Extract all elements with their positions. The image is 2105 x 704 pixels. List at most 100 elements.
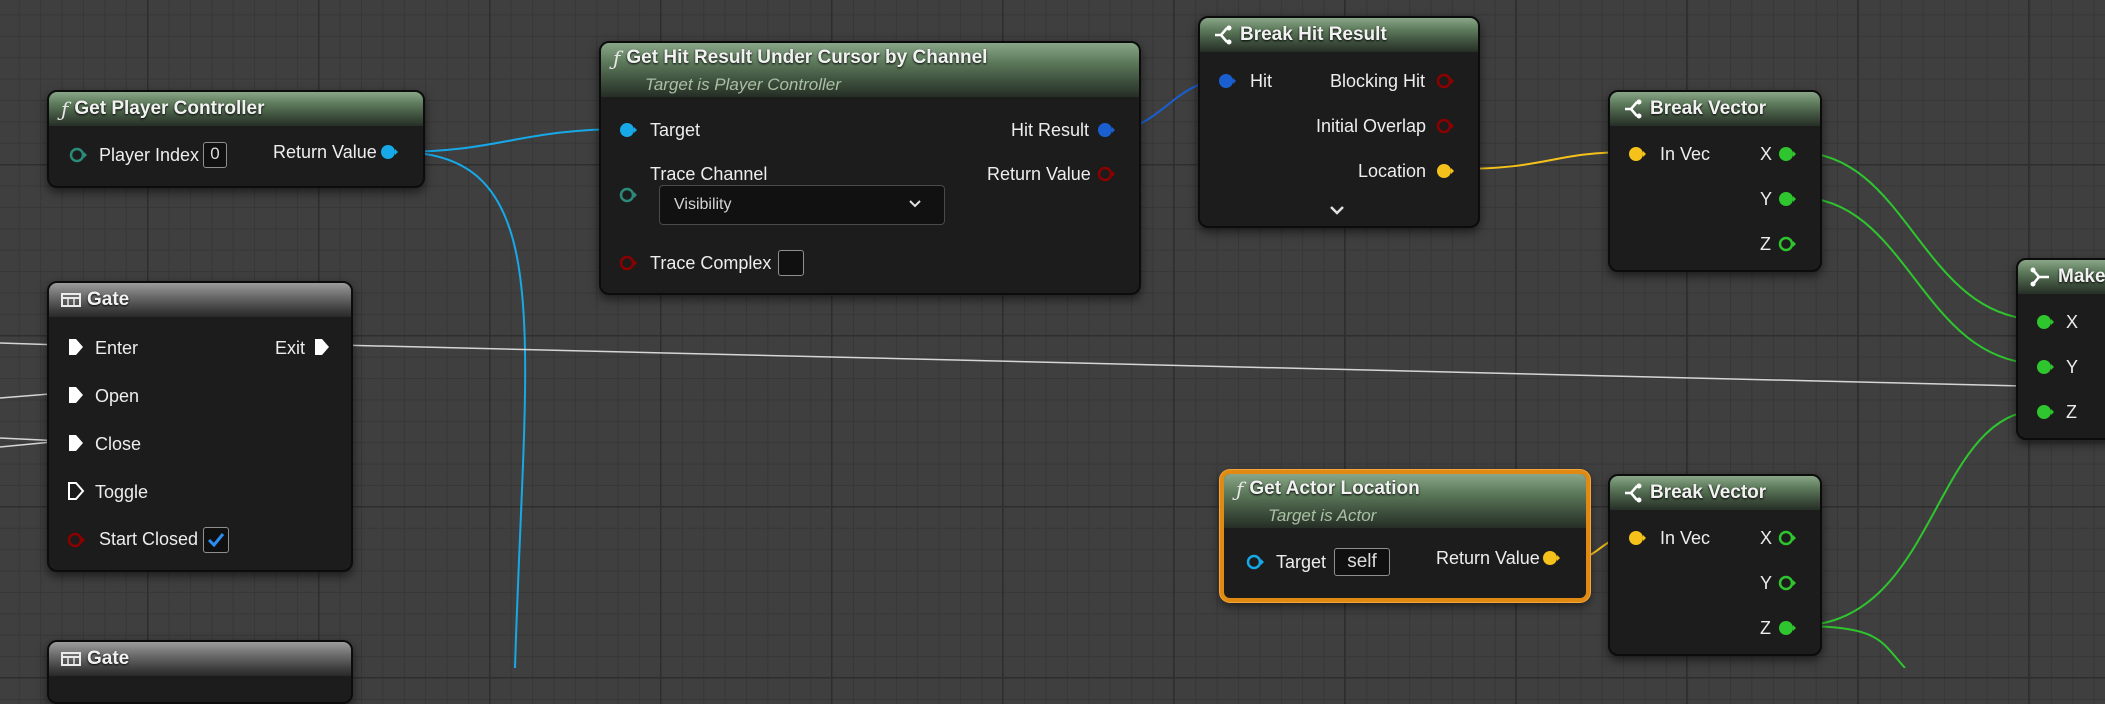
pin-trace-channel-icon[interactable] — [619, 186, 637, 204]
pin-label: Hit — [1250, 71, 1272, 91]
node-header: ƒ Get Hit Result Under Cursor by Channel… — [601, 43, 1139, 97]
pin-target-icon[interactable] — [619, 121, 637, 139]
pin-z-icon[interactable] — [1778, 235, 1796, 253]
pin-z-icon[interactable] — [1778, 619, 1796, 637]
pin-label: X — [2066, 312, 2079, 332]
pin-hit-result-icon[interactable] — [1097, 121, 1115, 139]
make-vector-node[interactable]: Make X Y Z — [2016, 258, 2105, 440]
pin-start-closed-icon[interactable] — [67, 531, 85, 549]
pin-label: Target — [1276, 552, 1327, 572]
node-title: Get Player Controller — [74, 98, 265, 119]
pin-initial-overlap-icon[interactable] — [1436, 117, 1454, 135]
wire-y-to-make-y — [1795, 196, 2043, 365]
pin-x-icon[interactable] — [1778, 145, 1796, 163]
get-player-controller-node[interactable]: ƒ Get Player Controller Player Index 0 R… — [47, 90, 425, 188]
pin-location-icon[interactable] — [1436, 162, 1454, 180]
function-icon: ƒ — [1236, 477, 1244, 501]
pin-in-vec-icon[interactable] — [1628, 145, 1646, 163]
node-title: Break Vector — [1650, 98, 1767, 119]
break-vector-node[interactable]: Break Vector In Vec X Y Z — [1608, 474, 1822, 656]
node-header: Gate — [49, 283, 351, 317]
pin-player-index-icon[interactable] — [69, 146, 87, 164]
pin-z-icon[interactable] — [2036, 403, 2054, 421]
wire-exit-to-far — [337, 344, 2105, 389]
pin-label: In Vec — [1660, 144, 1711, 164]
gate-node[interactable]: Gate Enter Exit Open Close Toggle Start … — [47, 281, 353, 572]
gate-icon — [61, 652, 81, 666]
get-actor-location-node[interactable]: ƒ Get Actor Location Target is Actor Tar… — [1220, 470, 1590, 602]
wire-player-controller-to-target — [397, 128, 628, 153]
pin-return-value-icon[interactable] — [1542, 549, 1560, 567]
break-hit-result-node[interactable]: Break Hit Result Hit Blocking Hit Initia… — [1198, 16, 1480, 228]
exec-pin-close-icon[interactable] — [67, 434, 85, 452]
node-subtitle: Target is Actor — [1268, 506, 1377, 525]
pin-label: Enter — [95, 338, 139, 358]
wire-z2-to-make-z — [1795, 409, 2043, 627]
break-struct-icon — [1215, 25, 1232, 45]
wire-x-to-make-x — [1795, 151, 2043, 321]
node-header: Break Vector — [1610, 92, 1820, 126]
pin-label: X — [1760, 528, 1773, 548]
node-header: Break Hit Result — [1200, 18, 1478, 52]
trace-complex-checkbox[interactable] — [778, 250, 804, 276]
pin-label: Toggle — [95, 482, 149, 502]
pin-return-value-icon[interactable] — [1097, 165, 1115, 183]
wire-location-to-in-vec — [1455, 151, 1634, 170]
exec-pin-enter-icon[interactable] — [67, 338, 85, 356]
node-header: ƒ Get Player Controller — [49, 92, 423, 126]
pin-label: Z — [1760, 234, 1771, 254]
node-title: Gate — [87, 648, 130, 669]
pin-trace-complex-icon[interactable] — [619, 254, 637, 272]
node-title: Get Hit Result Under Cursor by Channel — [626, 47, 988, 68]
pin-x-icon[interactable] — [1778, 529, 1796, 547]
pin-label: Close — [95, 434, 142, 454]
pin-label: Trace Channel — [650, 164, 768, 184]
gate-node[interactable]: Gate — [47, 640, 353, 704]
exec-pin-exit-icon[interactable] — [313, 338, 331, 356]
pin-label: Blocking Hit — [1330, 71, 1426, 91]
node-header: Gate — [49, 642, 351, 676]
node-title: Make — [2058, 266, 2105, 287]
expand-chevron-icon[interactable] — [1329, 205, 1345, 217]
pin-hit-icon[interactable] — [1218, 72, 1236, 90]
pin-y-icon[interactable] — [1778, 574, 1796, 592]
pin-label: In Vec — [1660, 528, 1711, 548]
pin-label: Return Value — [1436, 548, 1540, 568]
pin-y-icon[interactable] — [2036, 358, 2054, 376]
wire-player-controller-down — [397, 151, 527, 668]
pin-blocking-hit-icon[interactable] — [1436, 72, 1454, 90]
pin-label: Y — [1760, 573, 1773, 593]
gate-icon — [61, 293, 81, 307]
pin-label: Return Value — [987, 164, 1091, 184]
player-index-input[interactable]: 0 — [203, 142, 227, 168]
pin-label: X — [1760, 144, 1773, 164]
node-title: Break Hit Result — [1240, 24, 1387, 45]
pin-label: Location — [1358, 161, 1427, 181]
pin-y-icon[interactable] — [1778, 190, 1796, 208]
pin-in-vec-icon[interactable] — [1628, 529, 1646, 547]
function-icon: ƒ — [613, 46, 621, 70]
pin-label: Open — [95, 386, 140, 406]
hit-result-under-cursor-node[interactable]: ƒ Get Hit Result Under Cursor by Channel… — [599, 41, 1141, 295]
break-struct-icon — [1625, 99, 1642, 119]
node-header: ƒ Get Actor Location Target is Actor — [1224, 474, 1586, 528]
pin-x-icon[interactable] — [2036, 313, 2054, 331]
trace-channel-dropdown[interactable]: Visibility — [659, 185, 945, 225]
pin-return-value-icon[interactable] — [380, 143, 398, 161]
pin-label: Player Index — [99, 145, 200, 165]
node-header: Make — [2018, 260, 2105, 294]
pin-label: Z — [2066, 402, 2077, 422]
pin-target-icon[interactable] — [1246, 553, 1264, 571]
target-self-input[interactable]: self — [1334, 548, 1390, 576]
pin-label: Initial Overlap — [1316, 116, 1427, 136]
exec-pin-toggle-icon[interactable] — [67, 482, 85, 500]
break-vector-node[interactable]: Break Vector In Vec X Y Z — [1608, 90, 1822, 272]
make-struct-icon — [2030, 267, 2049, 287]
pin-label: Return Value — [273, 142, 377, 162]
pin-label: Y — [2066, 357, 2079, 377]
exec-pin-open-icon[interactable] — [67, 386, 85, 404]
pin-label: Exit — [275, 338, 306, 358]
start-closed-checkbox[interactable] — [203, 527, 229, 553]
function-icon: ƒ — [61, 97, 69, 121]
pin-label: Y — [1760, 189, 1773, 209]
